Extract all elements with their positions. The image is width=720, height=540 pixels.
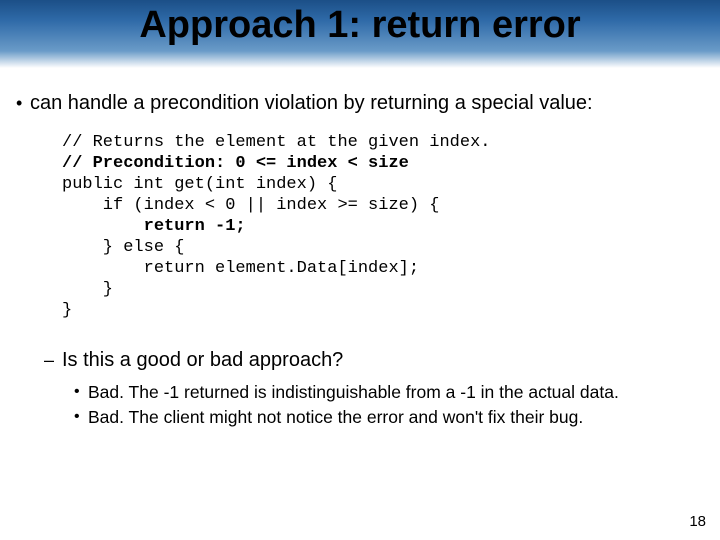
page-number: 18	[689, 513, 706, 530]
code-line: // Returns the element at the given inde…	[62, 133, 490, 152]
dash-icon	[44, 347, 62, 373]
bullet-text: can handle a precondition violation by r…	[30, 90, 593, 116]
code-line: // Precondition: 0 <= index < size	[62, 154, 409, 173]
slide-body: can handle a precondition violation by r…	[0, 68, 720, 428]
bullet-level3: Bad. The -1 returned is indistinguishabl…	[74, 381, 708, 403]
code-line: public int get(int index) {	[62, 175, 337, 194]
code-line: return element.Data[index];	[62, 259, 419, 278]
bullet-level2: Is this a good or bad approach?	[44, 347, 708, 373]
bullet-icon	[16, 90, 30, 116]
bullet-icon	[74, 406, 88, 428]
code-line: } else {	[62, 238, 184, 257]
code-line: }	[62, 301, 72, 320]
bullet-level3: Bad. The client might not notice the err…	[74, 406, 708, 428]
bullet-text: Is this a good or bad approach?	[62, 347, 343, 373]
bullet-level1: can handle a precondition violation by r…	[16, 90, 708, 116]
slide: Approach 1: return error can handle a pr…	[0, 0, 720, 540]
title-bar: Approach 1: return error	[0, 0, 720, 68]
code-line: if (index < 0 || index >= size) {	[62, 196, 439, 215]
code-line: }	[62, 280, 113, 299]
code-block: // Returns the element at the given inde…	[62, 132, 708, 321]
bullet-text: Bad. The -1 returned is indistinguishabl…	[88, 381, 619, 403]
bullet-level3-group: Bad. The -1 returned is indistinguishabl…	[74, 381, 708, 428]
code-line: return -1;	[62, 217, 246, 236]
bullet-icon	[74, 381, 88, 403]
bullet-text: Bad. The client might not notice the err…	[88, 406, 583, 428]
slide-title: Approach 1: return error	[139, 4, 580, 47]
